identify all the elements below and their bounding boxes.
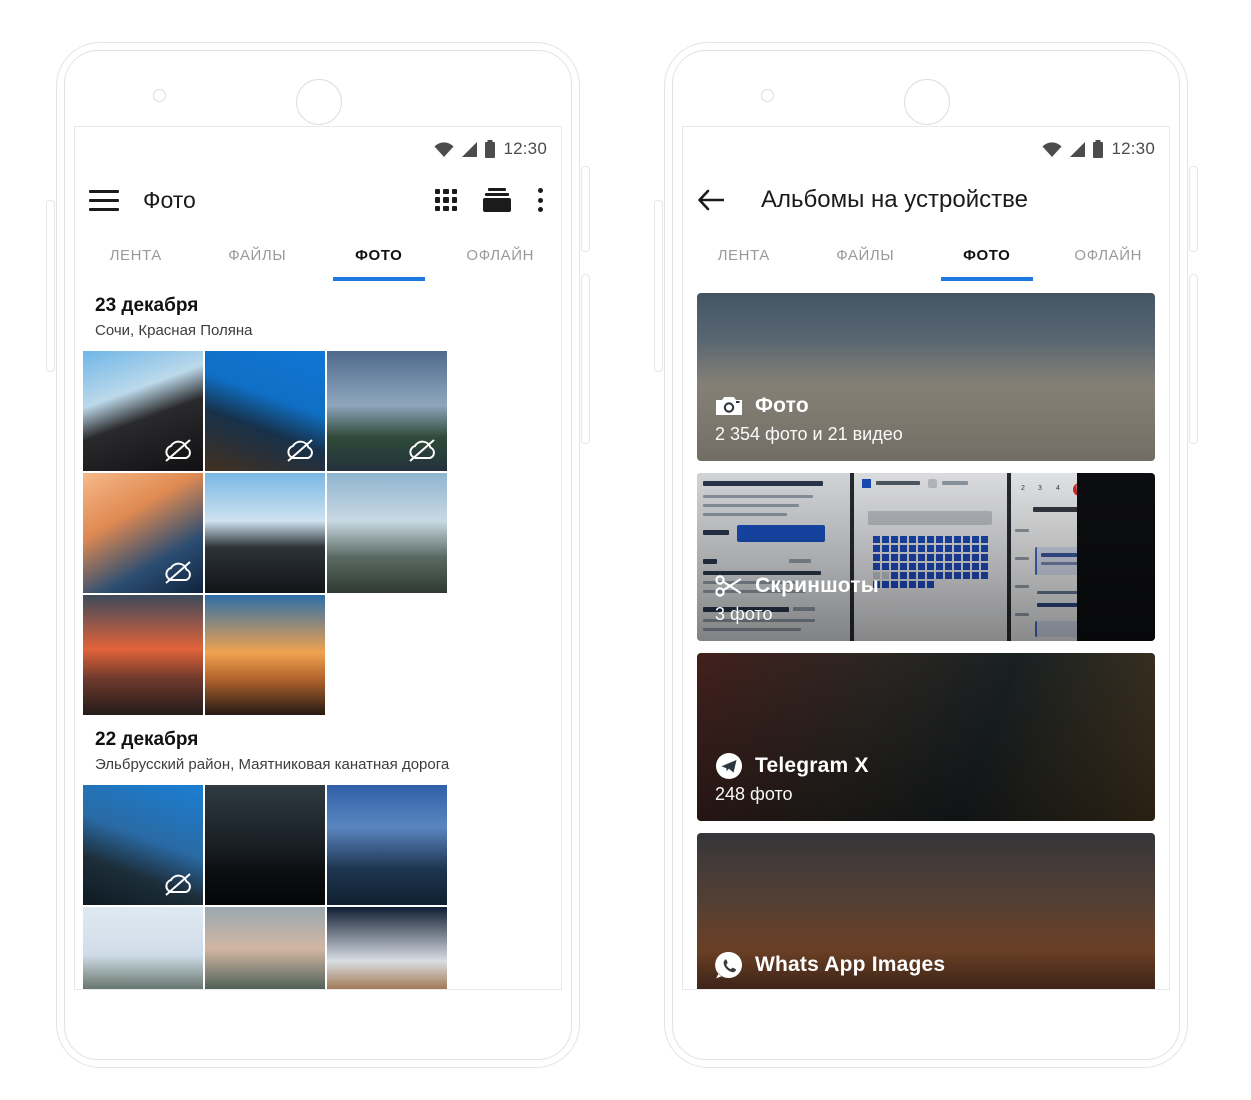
phone-screen-left: 12:30 Фото ЛЕНТА ФАЙЛЫ ФОТО ОФЛАЙН 23 де…: [74, 126, 562, 990]
day-title: 23 декабря: [95, 295, 199, 316]
tab-bar-left: ЛЕНТА ФАЙЛЫ ФОТО ОФЛАЙН: [75, 229, 561, 282]
page-title: Фото: [143, 186, 196, 213]
screenshot-canvas: 12:30 Фото ЛЕНТА ФАЙЛЫ ФОТО ОФЛАЙН 23 де…: [0, 0, 1251, 1100]
wifi-icon: [1042, 141, 1062, 157]
albums-icon[interactable]: [483, 188, 537, 212]
tab-oflajn[interactable]: ОФЛАЙН: [1048, 229, 1170, 281]
album-count: 248 фото: [715, 784, 793, 804]
front-camera-icon: [153, 89, 166, 102]
cellular-signal-icon: [462, 141, 478, 157]
tab-bar-right: ЛЕНТА ФАЙЛЫ ФОТО ОФЛАЙН: [683, 229, 1169, 282]
albums-list: Фото 2 354 фото и 21 видео Скриншоты 3 ф…: [683, 281, 1169, 989]
tab-foto[interactable]: ФОТО: [926, 229, 1048, 281]
photo-thumbnail[interactable]: [205, 595, 325, 715]
tab-fajly[interactable]: ФАЙЛЫ: [805, 229, 927, 281]
photo-thumbnail[interactable]: [205, 785, 325, 905]
phone-mockup-left: 12:30 Фото ЛЕНТА ФАЙЛЫ ФОТО ОФЛАЙН 23 де…: [46, 34, 590, 1076]
tab-fajly[interactable]: ФАЙЛЫ: [197, 229, 319, 281]
back-arrow-icon[interactable]: [697, 188, 727, 212]
left-side-button[interactable]: [654, 200, 663, 372]
album-count: 3 фото: [715, 604, 773, 624]
photos-feed-scroll[interactable]: 23 декабря Сочи, Красная Поляна 22 декаб…: [75, 281, 561, 989]
cloud-off-icon: [409, 439, 435, 462]
day-header: 22 декабря Эльбрусский район, Маятникова…: [75, 715, 561, 773]
album-name: Фото: [755, 394, 809, 417]
status-bar: 12:30: [683, 127, 1169, 171]
tab-foto[interactable]: ФОТО: [318, 229, 440, 281]
photo-thumbnail[interactable]: [327, 473, 447, 593]
cloud-off-icon: [287, 439, 313, 462]
power-button[interactable]: [581, 166, 590, 252]
status-bar: 12:30: [75, 127, 561, 171]
power-button[interactable]: [1189, 166, 1198, 252]
day-location: Эльбрусский район, Маятниковая канатная …: [95, 756, 450, 773]
earpiece-sensor-icon: [296, 79, 342, 125]
photo-thumbnail[interactable]: [327, 907, 447, 989]
wifi-icon: [434, 141, 454, 157]
album-name: Скриншоты: [755, 574, 879, 597]
phone-mockup-right: 12:30 Альбомы на устройстве ЛЕНТА ФАЙЛЫ …: [654, 34, 1198, 1076]
photo-thumbnail[interactable]: [205, 473, 325, 593]
albums-list-scroll[interactable]: Фото 2 354 фото и 21 видео Скриншоты 3 ф…: [683, 281, 1169, 989]
cloud-off-icon: [165, 873, 191, 896]
hamburger-menu-icon[interactable]: [89, 189, 119, 211]
album-count: 2 354 фото и 21 видео: [715, 424, 903, 444]
album-name: Telegram X: [755, 754, 869, 777]
battery-icon: [485, 139, 496, 158]
tab-oflajn[interactable]: ОФЛАЙН: [440, 229, 562, 281]
battery-icon: [1093, 139, 1104, 158]
album-card-telegram[interactable]: Telegram X 248 фото: [697, 653, 1155, 821]
album-card-whatsapp[interactable]: Whats App Images: [697, 833, 1155, 989]
album-card-screenshots[interactable]: 2 3 4 5 6 7 8: [697, 473, 1155, 641]
page-title: Альбомы на устройстве: [761, 186, 1028, 213]
photo-thumbnail[interactable]: [205, 907, 325, 989]
whatsapp-icon: [715, 951, 743, 979]
volume-button[interactable]: [1189, 274, 1198, 444]
status-time: 12:30: [503, 139, 547, 158]
photo-grid: [75, 339, 561, 715]
photo-thumbnail[interactable]: [327, 351, 447, 471]
album-name: Whats App Images: [755, 953, 946, 976]
volume-button[interactable]: [581, 274, 590, 444]
phone-screen-right: 12:30 Альбомы на устройстве ЛЕНТА ФАЙЛЫ …: [682, 126, 1170, 990]
status-time: 12:30: [1111, 139, 1155, 158]
tab-lenta[interactable]: ЛЕНТА: [75, 229, 197, 281]
photo-thumbnail[interactable]: [83, 907, 203, 989]
day-group: 22 декабря Эльбрусский район, Маятникова…: [75, 715, 561, 989]
front-camera-icon: [761, 89, 774, 102]
album-card-photos[interactable]: Фото 2 354 фото и 21 видео: [697, 293, 1155, 461]
photo-thumbnail[interactable]: [83, 351, 203, 471]
photo-thumbnail[interactable]: [83, 595, 203, 715]
day-header: 23 декабря Сочи, Красная Поляна: [75, 281, 561, 339]
grid-view-icon[interactable]: [435, 189, 483, 211]
day-group: 23 декабря Сочи, Красная Поляна: [75, 281, 561, 715]
overflow-menu-icon[interactable]: [537, 188, 547, 212]
tab-lenta[interactable]: ЛЕНТА: [683, 229, 805, 281]
scissors-icon: [715, 572, 743, 600]
photo-thumbnail[interactable]: [327, 785, 447, 905]
telegram-icon: [715, 752, 743, 780]
cellular-signal-icon: [1070, 141, 1086, 157]
photo-thumbnail[interactable]: [83, 473, 203, 593]
day-location: Сочи, Красная Поляна: [95, 322, 253, 339]
app-bar: Фото: [75, 171, 561, 229]
cloud-off-icon: [165, 561, 191, 584]
camera-icon: [715, 392, 743, 420]
app-bar: Альбомы на устройстве: [683, 171, 1169, 229]
left-side-button[interactable]: [46, 200, 55, 372]
photo-grid: [75, 773, 561, 989]
photo-thumbnail[interactable]: [83, 785, 203, 905]
day-title: 22 декабря: [95, 729, 199, 750]
earpiece-sensor-icon: [904, 79, 950, 125]
cloud-off-icon: [165, 439, 191, 462]
photo-thumbnail[interactable]: [205, 351, 325, 471]
